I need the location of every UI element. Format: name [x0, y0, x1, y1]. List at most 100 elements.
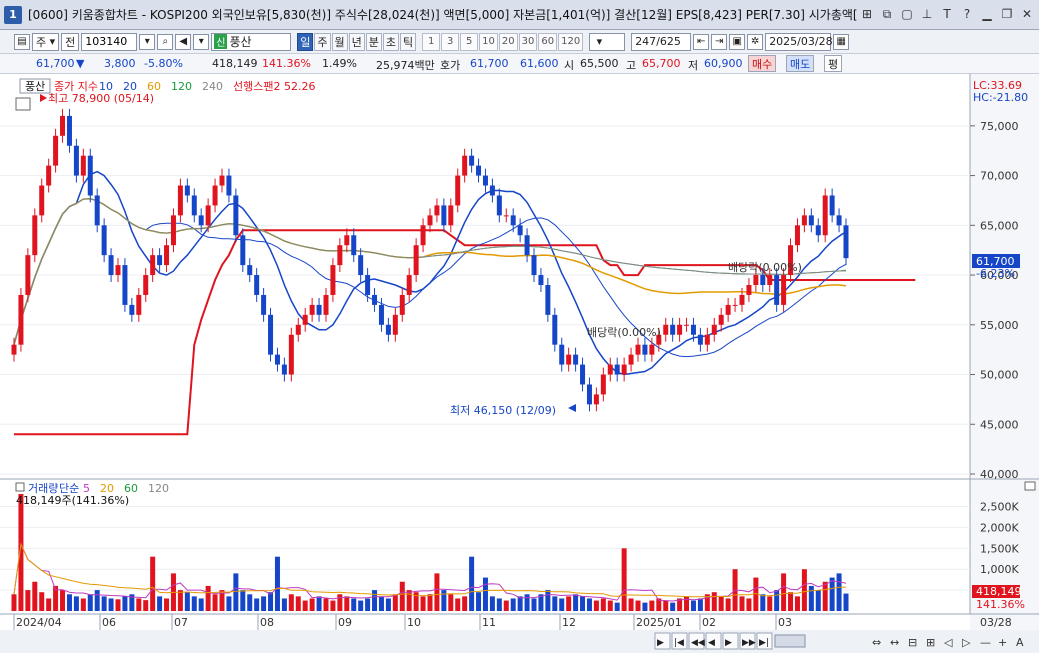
close-icon[interactable]: ✕	[1019, 6, 1035, 22]
candle-body	[25, 255, 31, 295]
interval-select[interactable]: ▾	[589, 32, 626, 51]
interval-button-120[interactable]: 120	[558, 32, 584, 51]
restore-icon[interactable]: ❐	[999, 6, 1015, 22]
candle-body	[316, 304, 322, 315]
high-label: 고	[626, 59, 637, 72]
interval-button-3[interactable]: 3	[441, 32, 460, 51]
period-tab-2[interactable]: 월	[331, 32, 348, 51]
calendar-icon[interactable]: ▦	[833, 33, 850, 50]
price-tick-label: 55,000	[980, 319, 1019, 332]
volume-bar	[739, 596, 745, 611]
period-tab-0[interactable]: 일	[297, 32, 314, 51]
grid-icon[interactable]: ⊞	[859, 6, 875, 22]
period-tab-6[interactable]: 틱	[400, 32, 417, 51]
volume-bar	[441, 590, 447, 611]
window-number-badge[interactable]: 1	[4, 5, 22, 24]
interval-button-20[interactable]: 20	[498, 32, 518, 51]
stock-code-input[interactable]	[81, 32, 138, 51]
average-button[interactable]: 평	[824, 55, 843, 72]
candle-body	[725, 304, 731, 315]
volume-bar	[406, 590, 412, 611]
interval-button-10[interactable]: 10	[479, 32, 498, 51]
volume-legend-item: 120	[148, 482, 169, 495]
volume-bar	[198, 598, 204, 611]
volume-menu-icon[interactable]	[15, 482, 25, 492]
chart-svg[interactable]: 75,00070,00065,00060,00055,00050,00045,0…	[0, 74, 1039, 653]
candle-body	[274, 354, 280, 365]
candle-body	[621, 364, 627, 375]
interval-button-30[interactable]: 30	[518, 32, 538, 51]
volume-bar	[808, 585, 814, 611]
candle-body	[815, 225, 821, 236]
period-tab-4[interactable]: 분	[365, 32, 382, 51]
scroll-bar[interactable]	[0, 630, 1039, 653]
font-icon[interactable]: T	[939, 6, 955, 22]
candle-body	[32, 215, 38, 256]
interval-button-60[interactable]: 60	[538, 32, 558, 51]
page-count-field[interactable]: 247/625	[631, 32, 692, 51]
sound-icon[interactable]: ◀	[175, 33, 192, 50]
table-icon[interactable]	[15, 97, 31, 111]
volume-bar	[205, 585, 211, 611]
code-prefix-select[interactable]: 전	[61, 32, 80, 51]
settings-icon[interactable]: ✲	[747, 33, 764, 50]
candle-body	[80, 155, 86, 176]
floppy-icon[interactable]: ▣	[729, 33, 746, 50]
candle-body	[711, 324, 717, 335]
volume-bar	[157, 596, 163, 611]
volume-bar	[489, 596, 495, 611]
date-field[interactable]: 2025/03/28	[765, 32, 833, 51]
scroll-left-icon[interactable]: ⇤	[693, 33, 710, 50]
volume-bar	[87, 594, 93, 611]
help-icon[interactable]: ?	[959, 6, 975, 22]
interval-button-1[interactable]: 1	[422, 32, 441, 51]
option-dropdown-icon[interactable]: ▾	[193, 33, 210, 50]
scroll-right-icon[interactable]: ⇥	[711, 33, 728, 50]
market-select[interactable]: 주 ▾	[32, 32, 60, 51]
candle-body	[580, 364, 586, 385]
buy-button[interactable]: 매수	[748, 55, 777, 72]
volume-bar	[25, 590, 31, 611]
low-note: 최저 46,150 (12/09)	[450, 404, 556, 417]
code-dropdown-icon[interactable]: ▾	[139, 33, 156, 50]
down-arrow-icon: ▼	[76, 57, 85, 70]
stock-name-field[interactable]: 신 풍산	[211, 32, 292, 51]
volume-bar	[46, 598, 52, 611]
volume-bar	[11, 594, 17, 611]
save-icon[interactable]: ▢	[899, 6, 915, 22]
volume-bar	[108, 598, 114, 611]
interval-button-5[interactable]: 5	[460, 32, 479, 51]
period-tab-3[interactable]: 년	[348, 32, 365, 51]
candle-body	[399, 294, 405, 315]
volume-bar	[240, 590, 246, 611]
sell-button[interactable]: 매도	[786, 55, 815, 72]
period-tab-1[interactable]: 주	[314, 32, 331, 51]
volume-bar	[684, 596, 690, 611]
candle-body	[164, 245, 170, 266]
volume-bar	[358, 600, 364, 611]
price-tick-label: 40,000	[980, 468, 1019, 481]
zoom-control-glyph: —	[980, 636, 991, 649]
price-tick-label: 65,000	[980, 219, 1019, 232]
volume-bar	[288, 594, 294, 611]
candle-body	[184, 185, 190, 196]
ask-price: 61,700	[470, 57, 509, 70]
candle-body	[288, 334, 294, 375]
volume-bar	[614, 602, 620, 611]
minimize-icon[interactable]: ▁	[979, 6, 995, 22]
candle-body	[704, 334, 710, 345]
chart-menu-icon[interactable]: ▤	[14, 33, 30, 50]
volume-bar	[385, 598, 391, 611]
candle-body	[476, 165, 482, 176]
panel-collapse-icon[interactable]	[1024, 481, 1036, 491]
candle-body	[108, 255, 114, 276]
candle-body	[101, 225, 107, 256]
copy-window-icon[interactable]: ⧉	[879, 6, 895, 22]
search-icon[interactable]: ⌕	[157, 33, 174, 50]
candle-body	[233, 195, 239, 236]
candle-body	[524, 235, 530, 256]
pin-icon[interactable]: ⊥	[919, 6, 935, 22]
chart-area[interactable]: 75,000 70,000 65,000 60,000 55,000 50,000 45,0…	[0, 74, 1039, 653]
period-tab-5[interactable]: 초	[382, 32, 400, 51]
volume-bar	[607, 600, 613, 611]
